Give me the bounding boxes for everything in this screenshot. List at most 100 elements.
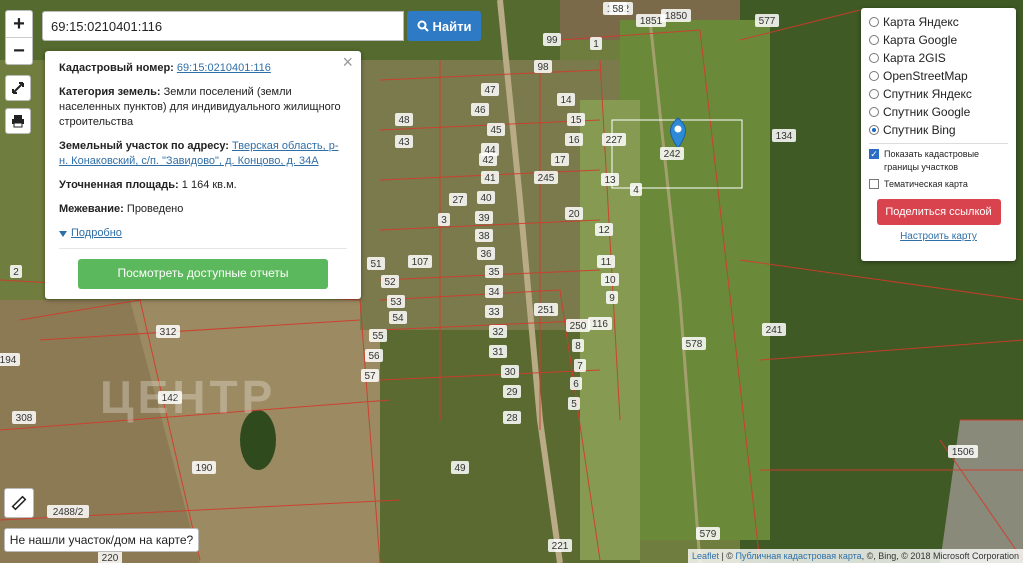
checkbox-checked-icon[interactable]: ✓ — [869, 149, 879, 159]
plot-number-label[interactable]: 51 — [370, 259, 382, 270]
radio-icon[interactable] — [869, 53, 879, 63]
radio-selected-icon[interactable] — [869, 125, 879, 135]
plot-number-label[interactable]: 9 — [609, 293, 615, 304]
plot-number-label[interactable]: 250 — [570, 321, 587, 332]
plot-number-label[interactable]: 11 — [601, 257, 612, 268]
plot-number-label[interactable]: 2 — [13, 267, 19, 278]
plot-number-label[interactable]: 12 — [598, 225, 610, 236]
plot-number-label[interactable]: 312 — [160, 327, 177, 338]
show-borders-toggle[interactable]: ✓ Показать кадастровые границы участков — [869, 148, 1008, 174]
zoom-out-button[interactable]: − — [6, 37, 32, 64]
fullscreen-button[interactable] — [5, 75, 31, 101]
plot-number-label[interactable]: 308 — [16, 413, 33, 424]
layer-option[interactable]: Карта Яндекс — [869, 13, 1008, 31]
plot-number-label[interactable]: 194 — [0, 355, 17, 366]
zoom-in-button[interactable]: + — [6, 11, 32, 37]
plot-number-label[interactable]: 45 — [490, 125, 502, 136]
print-button[interactable] — [5, 108, 31, 134]
layer-option[interactable]: Спутник Яндекс — [869, 85, 1008, 103]
plot-number-label[interactable]: 40 — [480, 193, 492, 204]
plot-number-label[interactable]: 39 — [478, 213, 490, 224]
plot-number-label[interactable]: 8 — [575, 341, 581, 352]
plot-number-label[interactable]: 242 — [664, 149, 681, 160]
plot-number-label[interactable]: 245 — [538, 173, 555, 184]
plot-number-label[interactable]: 578 — [686, 339, 703, 350]
plot-number-label[interactable]: 43 — [398, 137, 410, 148]
plot-number-label[interactable]: 14 — [560, 95, 572, 106]
pkk-link[interactable]: Публичная кадастровая карта — [735, 551, 861, 561]
plot-number-label[interactable]: 34 — [488, 287, 500, 298]
plot-number-label[interactable]: 4 — [633, 185, 639, 196]
configure-map-link[interactable]: Настроить карту — [869, 231, 1008, 242]
plot-number-label[interactable]: 53 — [390, 297, 402, 308]
checkbox-icon[interactable] — [869, 179, 879, 189]
plot-number-label[interactable]: 58 — [612, 4, 624, 15]
plot-number-label[interactable]: 49 — [454, 463, 466, 474]
radio-icon[interactable] — [869, 89, 879, 99]
plot-number-label[interactable]: 17 — [554, 155, 566, 166]
plot-number-label[interactable]: 6 — [573, 379, 579, 390]
plot-number-label[interactable]: 47 — [484, 85, 496, 96]
plot-number-label[interactable]: 1 — [593, 39, 599, 50]
plot-number-label[interactable]: 251 — [538, 305, 555, 316]
plot-number-label[interactable]: 116 — [592, 319, 608, 330]
plot-number-label[interactable]: 221 — [552, 541, 569, 552]
plot-number-label[interactable]: 54 — [392, 313, 404, 324]
plot-number-label[interactable]: 241 — [766, 325, 783, 336]
plot-number-label[interactable]: 30 — [504, 367, 516, 378]
plot-number-label[interactable]: 134 — [776, 131, 793, 142]
not-found-button[interactable]: Не нашли участок/дом на карте? — [4, 528, 199, 552]
layer-option[interactable]: Спутник Bing — [869, 121, 1008, 139]
plot-number-label[interactable]: 46 — [474, 105, 486, 116]
plot-number-label[interactable]: 56 — [368, 351, 380, 362]
plot-number-label[interactable]: 41 — [484, 173, 496, 184]
thematic-toggle[interactable]: Тематическая карта — [869, 178, 1008, 191]
plot-number-label[interactable]: 35 — [488, 267, 500, 278]
plot-number-label[interactable]: 33 — [488, 307, 500, 318]
radio-icon[interactable] — [869, 17, 879, 27]
layer-option[interactable]: Карта Google — [869, 31, 1008, 49]
search-input[interactable] — [42, 11, 404, 41]
plot-number-label[interactable]: 220 — [102, 553, 119, 563]
details-link[interactable]: Подробно — [59, 226, 122, 241]
layer-option[interactable]: Карта 2GIS — [869, 49, 1008, 67]
plot-number-label[interactable]: 32 — [492, 327, 504, 338]
measure-button[interactable] — [4, 488, 34, 518]
plot-number-label[interactable]: 7 — [577, 361, 583, 372]
plot-number-label[interactable]: 5 — [571, 399, 577, 410]
layer-option[interactable]: Спутник Google — [869, 103, 1008, 121]
view-reports-button[interactable]: Посмотреть доступные отчеты — [78, 258, 328, 289]
plot-number-label[interactable]: 1850 — [665, 11, 688, 22]
plot-number-label[interactable]: 52 — [384, 277, 396, 288]
plot-number-label[interactable]: 42 — [482, 155, 494, 166]
plot-number-label[interactable]: 1506 — [952, 447, 975, 458]
plot-number-label[interactable]: 57 — [364, 371, 376, 382]
plot-number-label[interactable]: 98 — [537, 62, 549, 73]
plot-number-label[interactable]: 36 — [480, 249, 492, 260]
plot-number-label[interactable]: 29 — [506, 387, 518, 398]
plot-number-label[interactable]: 55 — [372, 331, 384, 342]
plot-number-label[interactable]: 190 — [196, 463, 213, 474]
plot-number-label[interactable]: 31 — [492, 347, 504, 358]
cadastral-link[interactable]: 69:15:0210401:116 — [177, 62, 271, 74]
close-icon[interactable]: × — [342, 53, 353, 71]
plot-number-label[interactable]: 1851 — [640, 16, 663, 27]
plot-number-label[interactable]: 3 — [441, 215, 447, 226]
plot-number-label[interactable]: 48 — [398, 115, 410, 126]
plot-number-label[interactable]: 99 — [546, 35, 558, 46]
plot-number-label[interactable]: 28 — [506, 413, 518, 424]
plot-number-label[interactable]: 577 — [759, 16, 776, 27]
radio-icon[interactable] — [869, 35, 879, 45]
search-button[interactable]: Найти — [407, 11, 481, 41]
plot-number-label[interactable]: 227 — [606, 135, 623, 146]
plot-number-label[interactable]: 15 — [570, 115, 582, 126]
plot-number-label[interactable]: 27 — [452, 195, 464, 206]
plot-number-label[interactable]: 579 — [700, 529, 717, 540]
plot-number-label[interactable]: 16 — [568, 135, 580, 146]
plot-number-label[interactable]: 2488/2 — [53, 507, 84, 518]
plot-number-label[interactable]: 107 — [412, 257, 429, 268]
leaflet-link[interactable]: Leaflet — [692, 551, 719, 561]
radio-icon[interactable] — [869, 71, 879, 81]
share-link-button[interactable]: Поделиться ссылкой — [876, 199, 1001, 225]
plot-number-label[interactable]: 20 — [568, 209, 580, 220]
